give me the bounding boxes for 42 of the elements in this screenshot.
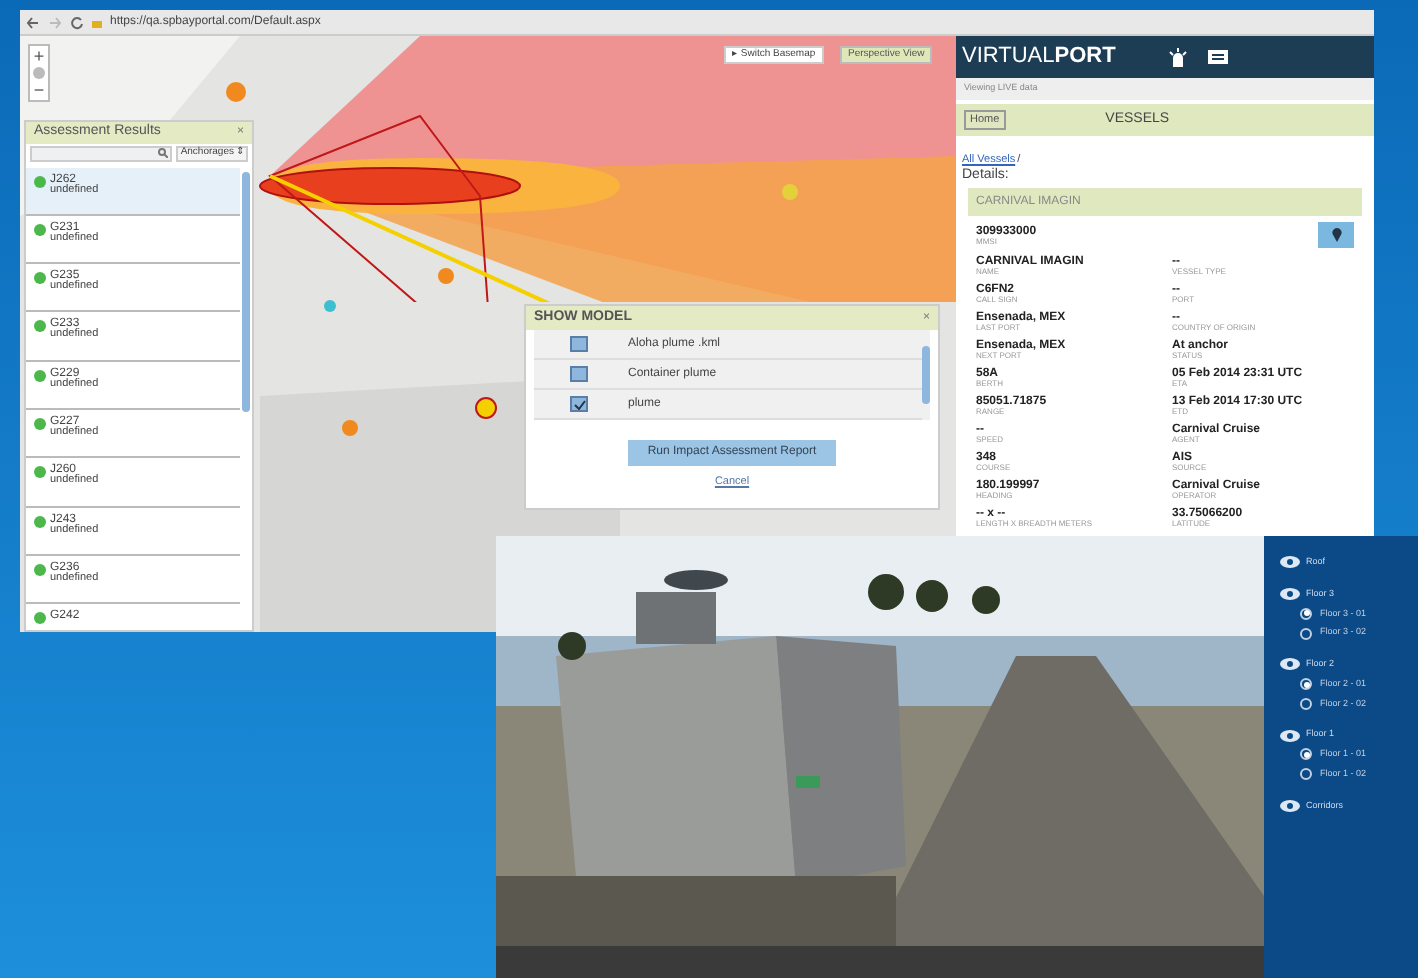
status-icon [34,272,46,285]
scrollbar[interactable] [242,171,250,411]
eye-icon[interactable] [1280,658,1300,671]
radio-button[interactable] [1300,697,1312,710]
status-icon [34,612,46,625]
zoom-out-button[interactable]: − [33,80,45,100]
map-marker-icon[interactable] [782,184,798,200]
status-icon [34,417,46,430]
map-pin-icon [1331,228,1341,243]
search-icon [158,148,169,158]
radio-button[interactable] [1300,678,1312,691]
checkbox[interactable] [570,396,588,412]
eye-icon[interactable] [1280,556,1300,569]
status-icon [34,515,46,528]
radio-button[interactable] [1300,607,1312,620]
back-icon[interactable] [26,15,40,29]
scrollbar[interactable] [922,346,930,404]
eye-icon[interactable] [1280,729,1300,742]
status-icon [34,223,46,236]
zoom-in-button[interactable]: + [33,46,45,66]
reload-icon[interactable] [70,15,84,29]
beacon-icon[interactable] [1167,47,1188,67]
radio-button[interactable] [1300,748,1312,761]
status-icon [34,563,46,576]
radio-button[interactable] [1300,627,1312,640]
map-marker-icon[interactable] [438,268,454,284]
eye-icon[interactable] [1280,588,1300,601]
status-icon [34,466,46,479]
radio-button[interactable] [1300,768,1312,781]
search-field[interactable] [30,145,173,161]
status-icon [34,175,46,187]
checkbox[interactable] [570,336,588,352]
status-icon [34,320,46,333]
checkbox[interactable] [570,366,588,382]
map-marker-icon[interactable] [324,300,336,312]
map-marker-icon[interactable] [226,82,246,102]
message-icon[interactable] [1207,50,1228,64]
eye-icon[interactable] [1280,799,1300,812]
status-icon [34,369,46,382]
map-marker-icon[interactable] [342,420,358,436]
locate-button[interactable] [1318,222,1354,249]
app-logo: VIRTUALPORT [962,42,1116,73]
